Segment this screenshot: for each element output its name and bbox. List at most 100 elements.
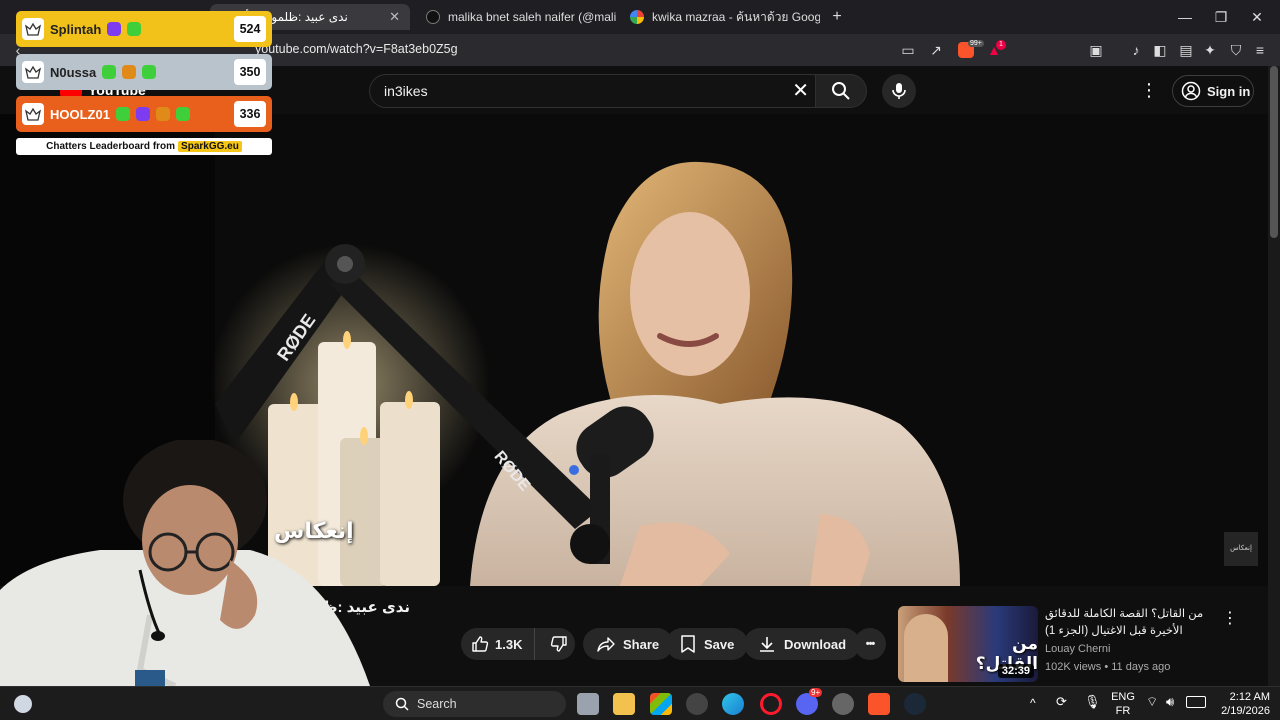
leaderboard-name: N0ussa [50,64,97,80]
volume-icon[interactable]: 🔊︎ [1166,695,1174,709]
leaderboard-row: HOOLZ01 336 [16,96,272,132]
recommended-channel[interactable]: Louay Cherni [1045,643,1110,655]
brave-browser-icon[interactable] [868,693,890,715]
file-explorer-icon[interactable] [613,693,635,715]
rewards-badge: 1 [996,40,1006,50]
save-button[interactable]: Save [666,628,749,660]
download-icon [760,637,774,652]
like-button[interactable]: 1.3K [461,628,536,660]
dislike-button[interactable] [543,628,575,660]
leaderboard-name: Splintah [50,21,102,37]
reader-mode-icon[interactable]: ▣ [1088,42,1104,58]
leo-ai-icon[interactable]: ✦ [1202,42,1218,58]
star-badge-icon [127,22,142,36]
search-input[interactable]: in3ikes ✕ [369,74,815,108]
channel-watermark-text[interactable]: إنعكاس [1226,544,1256,552]
bookmark-icon [681,635,695,653]
settings-menu-icon[interactable]: ⋮ [1140,80,1158,101]
clock[interactable]: 2:12 AM 2/19/2026 [1214,690,1270,718]
tab-title: kwika mazraa - ค้นหาด้วย Google [652,9,820,24]
download-button[interactable]: Download [744,628,861,660]
crown-icon [22,103,44,125]
leaderboard-row: Splintah 524 [16,11,272,47]
new-tab-button[interactable]: + [820,0,854,34]
taskbar-search[interactable]: Search [383,691,566,717]
gift-badge-icon [155,107,170,121]
webcam-overlay [0,440,370,686]
sign-in-button[interactable]: Sign in [1172,75,1254,107]
leaderboard-brand: SparkGG.eu [178,141,242,152]
scrollbar-thumb[interactable] [1270,66,1278,238]
recommended-video-item[interactable]: من القاتل؟ 32:39 من القاتل؟ القصة الكامل… [898,606,1268,682]
tab-title: malika bnet saleh naifer (@malikabn [448,10,616,24]
search-button[interactable] [815,74,867,108]
close-window-button[interactable]: ✕ [1236,0,1278,34]
tab-google-search[interactable]: kwika mazraa - ค้นหาด้วย Google [620,4,820,30]
star-badge-icon [175,107,190,121]
prime-badge-icon [107,22,122,36]
recommended-thumbnail[interactable]: من القاتل؟ 32:39 [898,606,1038,682]
discord-badge: 9+ [809,688,823,697]
microphone-tray-icon[interactable]: 🎙︎ [1084,695,1101,709]
cast-icon[interactable]: ▭ [900,42,916,58]
like-dislike-group: 1.3K [461,628,575,660]
prime-badge-icon [135,107,150,121]
leaderboard-footer-text: Chatters Leaderboard from [46,141,176,152]
star-badge-icon [142,65,157,79]
leaderboard-score: 350 [234,59,266,85]
clear-search-icon[interactable]: ✕ [792,80,809,102]
like-count: 1.3K [495,636,523,652]
download-label: Download [784,636,847,652]
google-icon [630,10,644,24]
vpn-icon[interactable]: ⛉ [1228,42,1244,58]
tab-tiktok[interactable]: malika bnet saleh naifer (@malikabn [416,4,616,30]
clock-date: 2/19/2026 [1221,705,1270,717]
url-field[interactable]: youtube.com/watch?v=F8at3eb0Z5g [255,42,458,56]
leaderboard-score: 524 [234,16,266,42]
app-icon[interactable] [832,693,854,715]
show-hidden-icons[interactable]: ^ [1030,696,1036,710]
recommended-title[interactable]: من القاتل؟ القصة الكاملة للدقائق الأخيرة… [1045,606,1213,640]
sign-in-label: Sign in [1207,83,1251,99]
language-secondary: FR [1115,705,1131,717]
crown-icon [22,18,44,40]
more-actions-button[interactable]: ••• [854,628,886,660]
view-count: 102K views [1045,661,1102,673]
thumbnail-person [904,614,948,682]
wallet-icon[interactable]: ▤ [1178,42,1194,58]
recommended-menu-icon[interactable]: ⋮ [1222,608,1238,628]
sidebar-icon[interactable]: ◧ [1152,42,1168,58]
upload-age: 11 days ago [1111,661,1171,673]
sub-badge-icon [115,107,130,121]
app-icon[interactable] [686,693,708,715]
taskbar-search-label: Search [417,697,457,711]
clock-time: 2:12 AM [1229,691,1270,703]
leaderboard-row: N0ussa 350 [16,54,272,90]
language-switcher[interactable]: ENG FR [1108,690,1138,718]
battery-icon[interactable] [1186,696,1206,708]
share-page-icon[interactable]: ↗ [928,42,944,58]
microsoft-store-icon[interactable] [650,693,672,715]
weather-icon[interactable] [14,695,32,713]
edge-icon[interactable] [722,693,744,715]
leaderboard-name: HOOLZ01 [50,106,110,122]
opera-icon[interactable] [760,693,782,715]
voice-search-button[interactable] [882,74,916,108]
share-button[interactable]: Share [583,628,674,660]
steam-icon[interactable] [904,693,926,715]
meta-separator: • [1101,661,1112,673]
brave-shields-badge: 99+ [968,40,984,47]
thumbs-up-icon [472,636,489,652]
close-tab-icon[interactable]: ✕ [389,9,400,25]
tiktok-icon [426,10,440,24]
account-icon [1181,81,1201,101]
menu-icon[interactable]: ≡ [1252,42,1268,58]
save-label: Save [704,636,735,652]
sync-icon[interactable]: ⟳ [1056,695,1067,709]
task-view-icon[interactable] [577,693,599,715]
search-icon [395,697,409,711]
microphone-icon [892,83,906,99]
wifi-icon[interactable]: ⌔ [1146,695,1158,709]
share-label: Share [623,636,660,652]
music-icon[interactable]: ♪ [1128,42,1144,58]
